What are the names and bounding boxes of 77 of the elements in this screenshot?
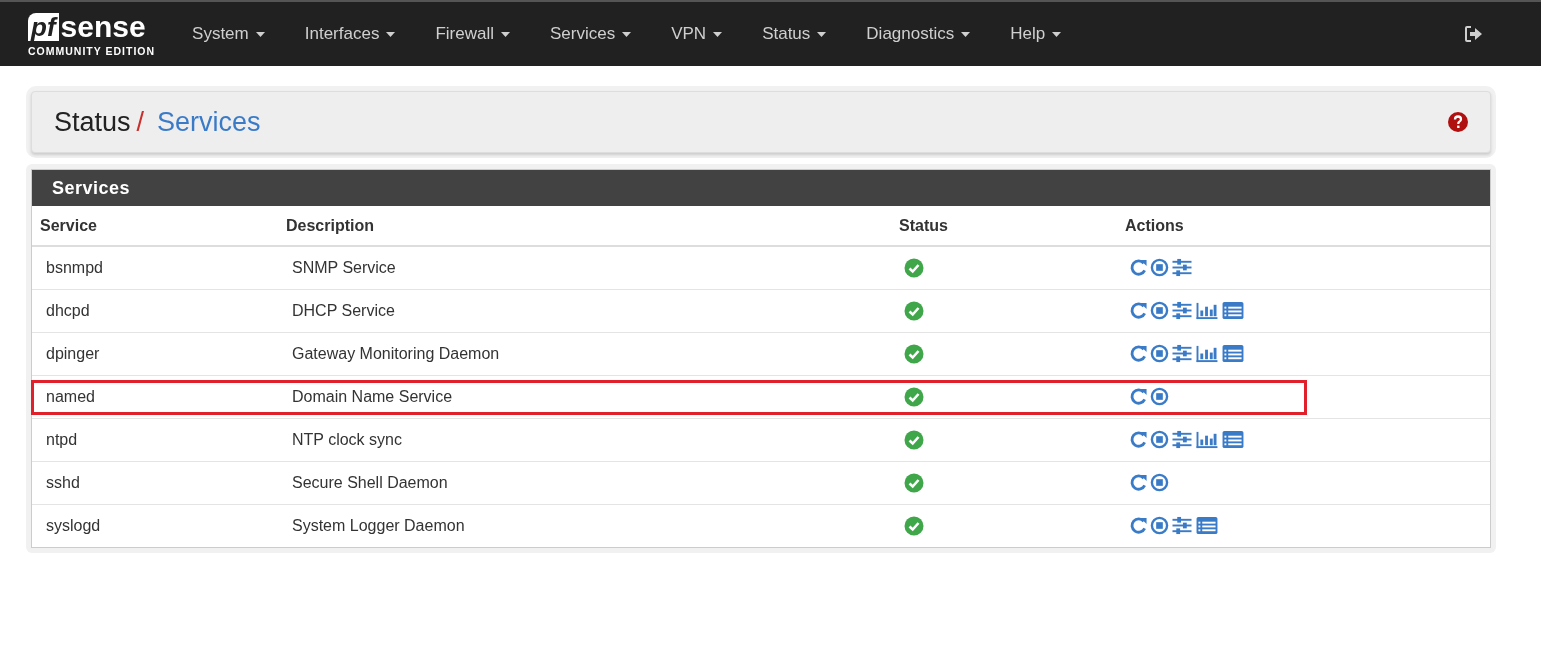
service-name: ntpd — [46, 430, 78, 448]
column-header: Actions — [1125, 216, 1184, 234]
bar-chart-icon[interactable] — [1195, 430, 1219, 449]
nav-menu[interactable]: Status — [747, 13, 842, 55]
help-icon[interactable] — [1448, 112, 1468, 132]
sliders-icon[interactable] — [1171, 301, 1193, 320]
check-circle-icon — [904, 429, 924, 450]
caret-icon — [713, 31, 723, 37]
bar-chart-icon[interactable] — [1195, 301, 1219, 320]
list-icon[interactable] — [1221, 430, 1245, 449]
logo[interactable]: pf sense COMMUNITY EDITION — [28, 8, 156, 60]
service-description: Gateway Monitoring Daemon — [292, 344, 500, 362]
nav-menu[interactable]: Services — [534, 13, 647, 55]
service-description: System Logger Daemon — [292, 516, 465, 534]
sliders-icon[interactable] — [1171, 258, 1193, 278]
check-circle-icon — [904, 515, 924, 536]
service-name: dpinger — [46, 344, 100, 362]
service-description: Secure Shell Daemon — [292, 473, 448, 491]
nav-menu[interactable]: VPN — [656, 13, 738, 55]
stop-icon[interactable] — [1150, 344, 1169, 363]
column-header: Description — [286, 216, 374, 234]
breadcrumb-current[interactable]: Services — [157, 101, 1448, 143]
logout-icon[interactable] — [1463, 25, 1483, 43]
service-name: bsnmpd — [46, 258, 103, 276]
list-icon[interactable] — [1221, 301, 1245, 320]
caret-icon — [255, 31, 265, 37]
service-name: syslogd — [46, 516, 101, 534]
service-description: Domain Name Service — [292, 387, 453, 405]
check-circle-icon — [904, 300, 924, 321]
service-description: SNMP Service — [292, 258, 396, 276]
stop-icon[interactable] — [1150, 301, 1169, 320]
caret-icon — [817, 31, 827, 37]
stop-icon[interactable] — [1150, 473, 1169, 492]
refresh-icon[interactable] — [1129, 516, 1148, 536]
stop-icon[interactable] — [1150, 387, 1169, 406]
refresh-icon[interactable] — [1129, 387, 1148, 406]
logo-mark: pf — [28, 12, 59, 41]
service-name: sshd — [46, 473, 80, 491]
service-name: dhcpd — [46, 301, 90, 319]
sliders-icon[interactable] — [1171, 344, 1193, 363]
nav-menu[interactable]: System — [177, 13, 280, 55]
refresh-icon[interactable] — [1129, 258, 1148, 278]
column-header: Service — [40, 216, 97, 234]
bar-chart-icon[interactable] — [1195, 344, 1219, 363]
refresh-icon[interactable] — [1129, 473, 1148, 492]
sliders-icon[interactable] — [1171, 516, 1193, 536]
service-description: NTP clock sync — [292, 430, 402, 448]
nav-menu[interactable]: Help — [995, 13, 1077, 55]
sliders-icon[interactable] — [1171, 430, 1193, 449]
logo-word: sense — [60, 12, 146, 41]
caret-icon — [386, 31, 396, 37]
caret-icon — [500, 31, 510, 37]
service-name: named — [46, 387, 95, 405]
stop-icon[interactable] — [1150, 258, 1169, 278]
column-header: Status — [899, 216, 948, 234]
check-circle-icon — [904, 343, 924, 364]
check-circle-icon — [904, 257, 924, 278]
list-icon[interactable] — [1195, 516, 1219, 536]
nav-menu[interactable]: Diagnostics — [851, 13, 986, 55]
stop-icon[interactable] — [1150, 430, 1169, 449]
panel-title: Services — [52, 176, 131, 200]
breadcrumb-parent[interactable]: Status — [54, 101, 131, 143]
stop-icon[interactable] — [1150, 516, 1169, 536]
check-circle-icon — [904, 386, 924, 407]
refresh-icon[interactable] — [1129, 344, 1148, 363]
refresh-icon[interactable] — [1129, 301, 1148, 320]
breadcrumb-separator: / — [136, 105, 145, 139]
caret-icon — [1052, 31, 1062, 37]
refresh-icon[interactable] — [1129, 430, 1148, 449]
logo-tagline: COMMUNITY EDITION — [28, 43, 156, 59]
list-icon[interactable] — [1221, 344, 1245, 363]
caret-icon — [961, 31, 971, 37]
check-circle-icon — [904, 472, 924, 493]
nav-menu[interactable]: Firewall — [420, 13, 525, 55]
service-description: DHCP Service — [292, 301, 395, 319]
caret-icon — [622, 31, 632, 37]
nav-menu[interactable]: Interfaces — [289, 13, 411, 55]
